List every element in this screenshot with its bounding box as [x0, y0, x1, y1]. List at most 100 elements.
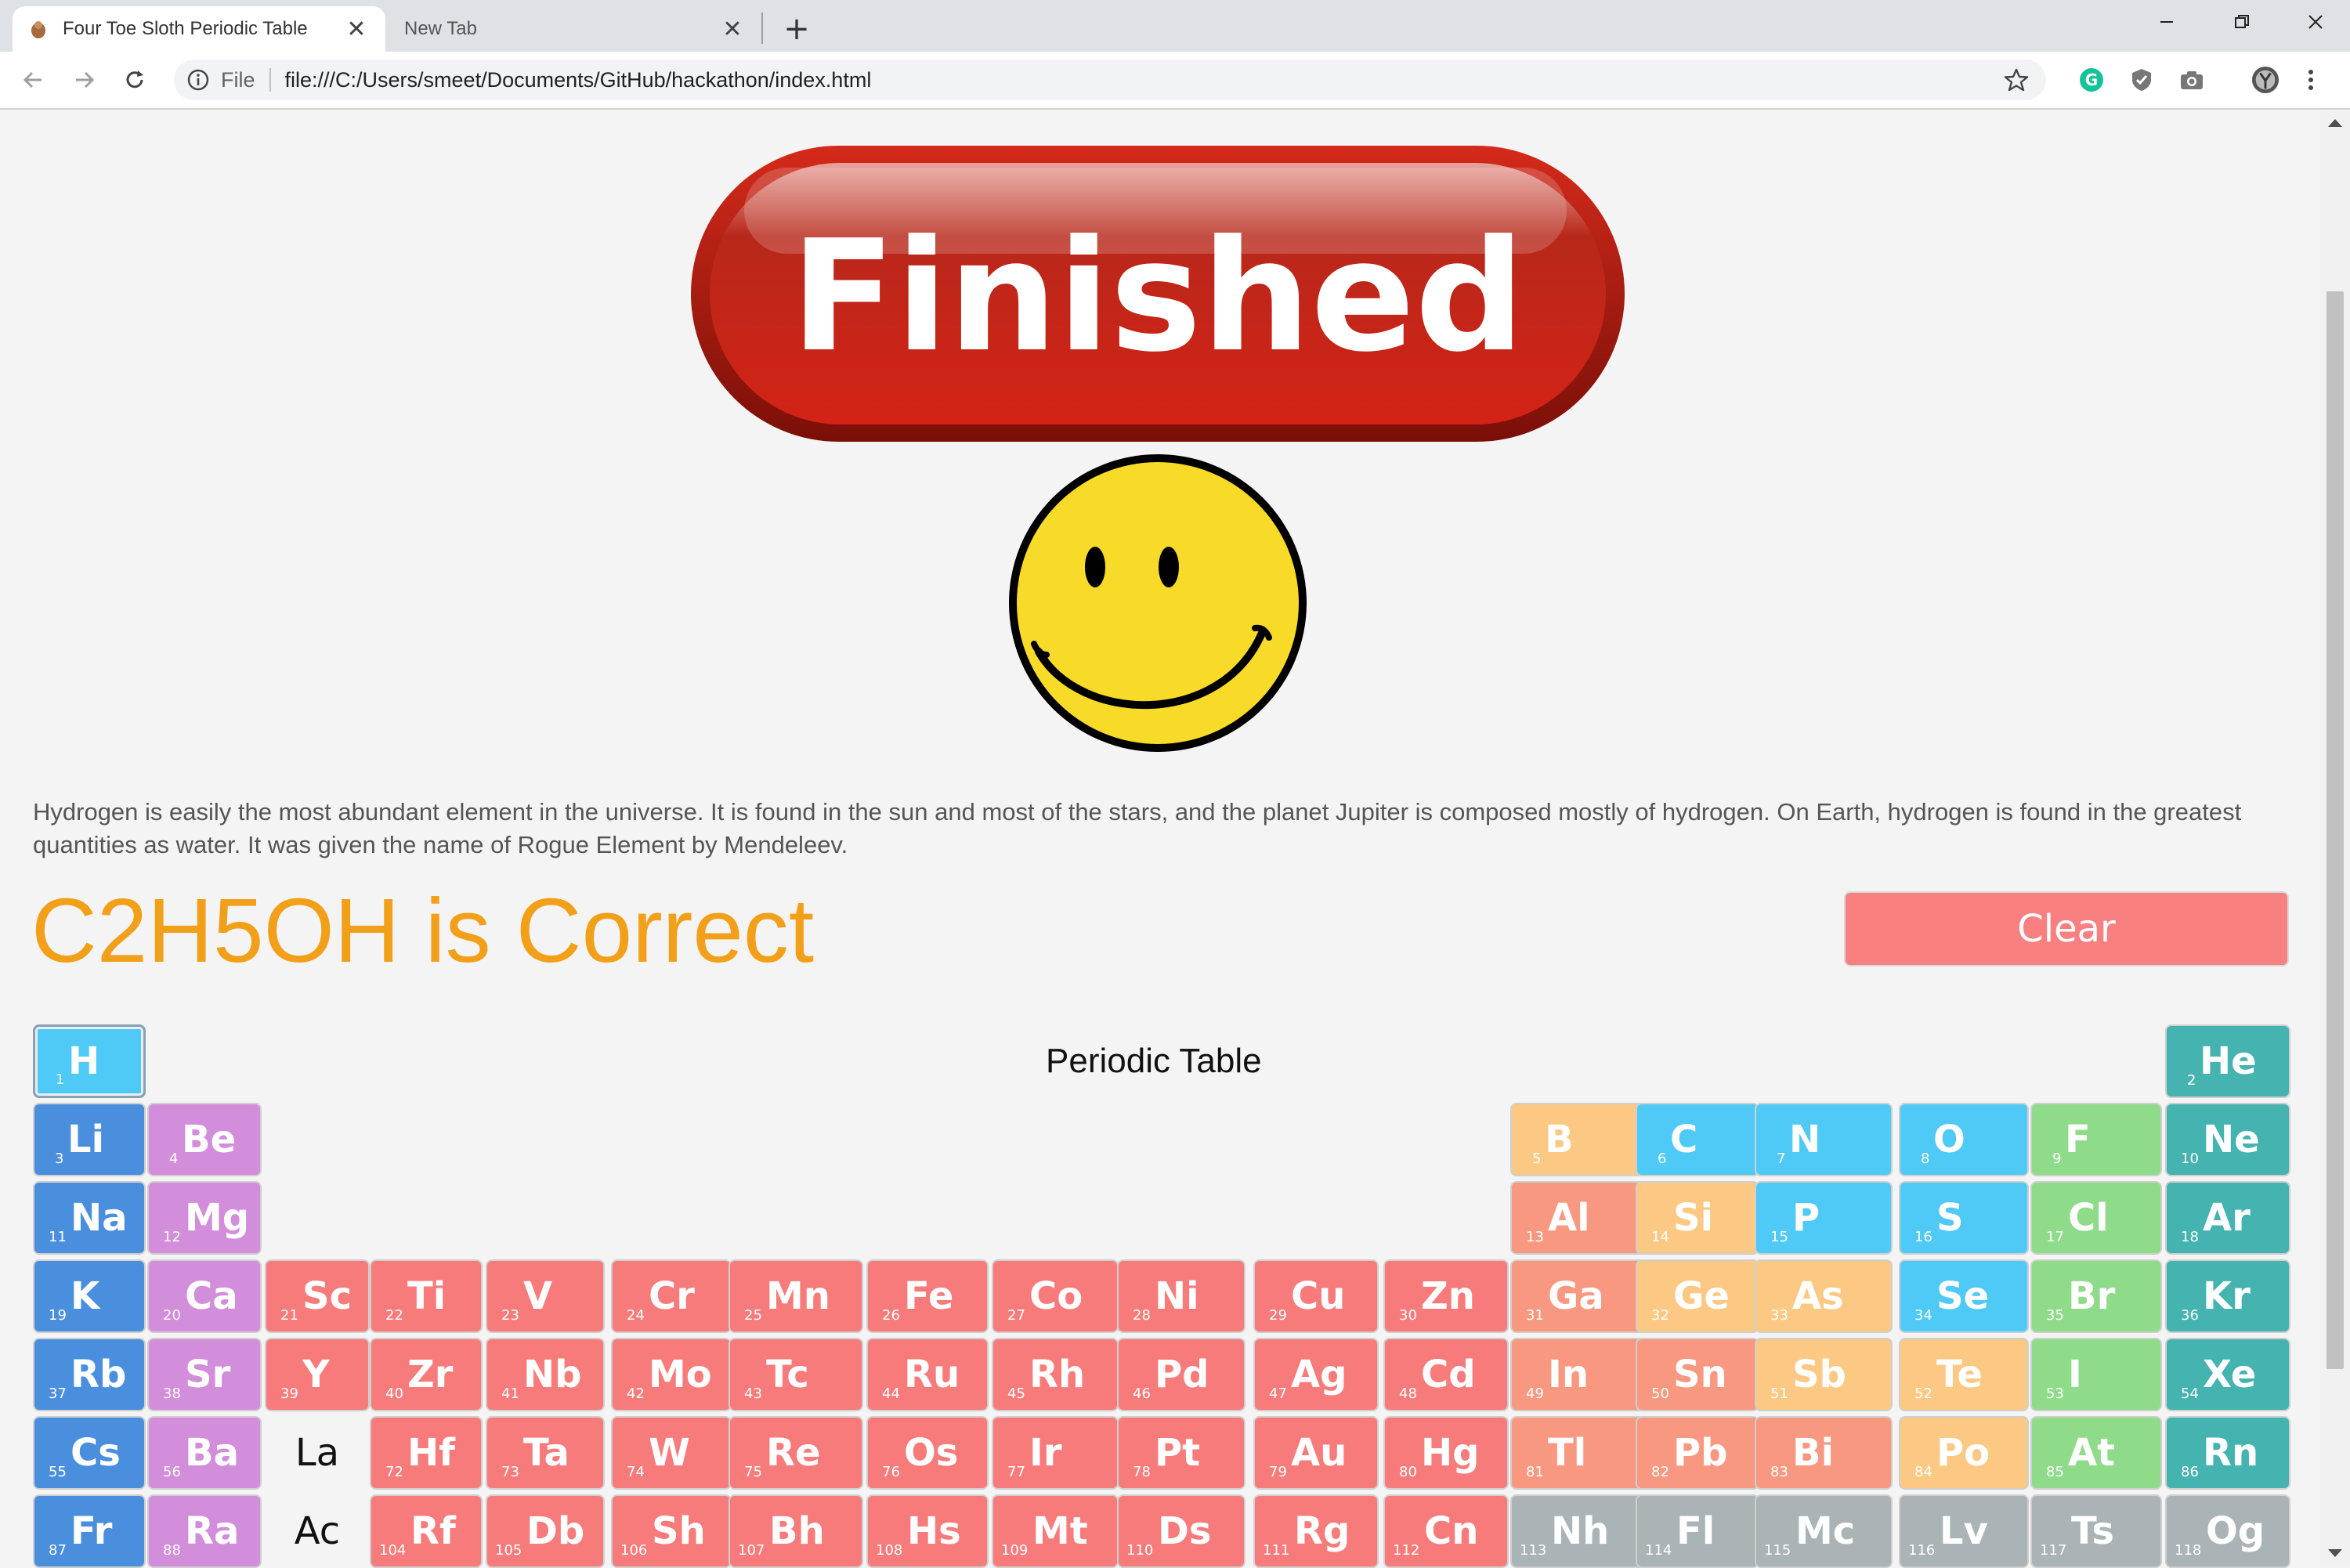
element-v[interactable]: 23 V [486, 1259, 605, 1333]
element-te[interactable]: 52 Te [1899, 1338, 2029, 1411]
element-ni[interactable]: 28 Ni [1117, 1259, 1246, 1333]
element-be[interactable]: 4 Be [147, 1103, 262, 1176]
element-bi[interactable]: 83 Bi [1755, 1416, 1893, 1490]
element-o[interactable]: 8O [1899, 1103, 2029, 1176]
element-zn[interactable]: 30 Zn [1383, 1259, 1509, 1333]
element-hg[interactable]: 80 Hg [1383, 1416, 1509, 1490]
element-rg[interactable]: 111 Rg [1253, 1494, 1379, 1568]
scroll-up-arrow[interactable] [2328, 119, 2342, 127]
element-cu[interactable]: 29 Cu [1253, 1259, 1379, 1333]
close-icon[interactable]: ✕ [719, 16, 746, 42]
element-s[interactable]: 16 S [1899, 1181, 2029, 1255]
element-al[interactable]: 13 Al [1510, 1181, 1645, 1255]
element-at[interactable]: 85 At [2030, 1416, 2162, 1490]
element-re[interactable]: 75 Re [728, 1416, 863, 1490]
menu-kebab-icon[interactable] [2303, 66, 2319, 94]
element-ti[interactable]: 22 Ti [370, 1259, 483, 1333]
element-fl[interactable]: 114 Fl [1636, 1494, 1759, 1568]
element-co[interactable]: 27 Co [992, 1259, 1119, 1333]
element-ru[interactable]: 44 Ru [866, 1338, 989, 1411]
element-cn[interactable]: 112 Cn [1383, 1494, 1509, 1568]
reload-icon[interactable] [118, 63, 152, 97]
element-cl[interactable]: 17 Cl [2030, 1181, 2162, 1255]
element-w[interactable]: 74 W [611, 1416, 732, 1490]
element-pb[interactable]: 82 Pb [1636, 1416, 1759, 1490]
element-lv[interactable]: 116 Lv [1899, 1494, 2029, 1568]
element-tc[interactable]: 43 Tc [728, 1338, 863, 1411]
shield-icon[interactable] [2128, 66, 2156, 94]
element-n[interactable]: 7N [1755, 1103, 1893, 1176]
element-sn[interactable]: 50 Sn [1636, 1338, 1759, 1411]
element-pt[interactable]: 78 Pt [1117, 1416, 1246, 1490]
element-na[interactable]: 11 Na [33, 1181, 146, 1255]
tab-new-tab[interactable]: New Tab ✕ [389, 6, 761, 52]
element-fr[interactable]: 87 Fr [33, 1494, 146, 1568]
element-sh[interactable]: 106 Sh [611, 1494, 732, 1568]
element-as[interactable]: 33 As [1755, 1259, 1893, 1333]
element-i[interactable]: 53 I [2030, 1338, 2162, 1411]
element-po[interactable]: 84 Po [1899, 1416, 2029, 1490]
minimize-icon[interactable] [2132, 0, 2201, 44]
window-close-icon[interactable] [2281, 0, 2350, 44]
element-cs[interactable]: 55 Cs [33, 1416, 146, 1490]
element-mo[interactable]: 42 Mo [611, 1338, 732, 1411]
element-p[interactable]: 15 P [1755, 1181, 1893, 1255]
new-tab-button[interactable]: + [777, 9, 816, 49]
element-b[interactable]: 5B [1510, 1103, 1645, 1176]
element-hf[interactable]: 72 Hf [370, 1416, 483, 1490]
element-hs[interactable]: 108 Hs [866, 1494, 989, 1568]
page-scrollbar[interactable] [2320, 110, 2350, 1566]
element-cr[interactable]: 24 Cr [611, 1259, 732, 1333]
element-kr[interactable]: 36 Kr [2165, 1259, 2290, 1333]
element-mt[interactable]: 109 Mt [992, 1494, 1119, 1568]
element-y[interactable]: 39 Y [265, 1338, 370, 1411]
scroll-down-arrow[interactable] [2328, 1549, 2342, 1557]
element-h[interactable]: 1H [33, 1024, 146, 1098]
element-rf[interactable]: 104 Rf [370, 1494, 483, 1568]
close-icon[interactable]: ✕ [343, 16, 370, 42]
element-rb[interactable]: 37 Rb [33, 1338, 146, 1411]
element-cd[interactable]: 48 Cd [1383, 1338, 1509, 1411]
element-ds[interactable]: 110 Ds [1117, 1494, 1246, 1568]
element-li[interactable]: 3 Li [33, 1103, 146, 1176]
element-k[interactable]: 19 K [33, 1259, 146, 1333]
element-ir[interactable]: 77 Ir [992, 1416, 1119, 1490]
element-sr[interactable]: 38 Sr [147, 1338, 262, 1411]
element-ne[interactable]: 10 Ne [2165, 1103, 2290, 1176]
element-fe[interactable]: 26 Fe [866, 1259, 989, 1333]
element-f[interactable]: 9F [2030, 1103, 2162, 1176]
profile-avatar[interactable] [2251, 66, 2280, 94]
element-ge[interactable]: 32 Ge [1636, 1259, 1759, 1333]
grammarly-icon[interactable]: G [2077, 66, 2106, 94]
element-si[interactable]: 14 Si [1636, 1181, 1759, 1255]
element-se[interactable]: 34 Se [1899, 1259, 2029, 1333]
element-c[interactable]: 6C [1636, 1103, 1759, 1176]
element-ga[interactable]: 31 Ga [1510, 1259, 1645, 1333]
element-ag[interactable]: 47 Ag [1253, 1338, 1379, 1411]
tab-four-toe-sloth[interactable]: Four Toe Sloth Periodic Table ✕ [13, 6, 385, 52]
element-sc[interactable]: 21 Sc [265, 1259, 370, 1333]
element-og[interactable]: 118 Og [2165, 1494, 2290, 1568]
element-ba[interactable]: 56 Ba [147, 1416, 262, 1490]
scrollbar-thumb[interactable] [2326, 291, 2344, 1369]
element-in[interactable]: 49 In [1510, 1338, 1645, 1411]
element-ts[interactable]: 117 Ts [2030, 1494, 2162, 1568]
element-bh[interactable]: 107 Bh [728, 1494, 863, 1568]
forward-icon[interactable] [67, 63, 102, 97]
element-mg[interactable]: 12 Mg [147, 1181, 262, 1255]
element-zr[interactable]: 40 Zr [370, 1338, 483, 1411]
element-ca[interactable]: 20 Ca [147, 1259, 262, 1333]
element-rh[interactable]: 45 Rh [992, 1338, 1119, 1411]
element-db[interactable]: 105 Db [486, 1494, 605, 1568]
element-au[interactable]: 79 Au [1253, 1416, 1379, 1490]
back-icon[interactable] [16, 63, 50, 97]
element-tl[interactable]: 81 Tl [1510, 1416, 1645, 1490]
element-br[interactable]: 35 Br [2030, 1259, 2162, 1333]
element-os[interactable]: 76 Os [866, 1416, 989, 1490]
element-nh[interactable]: 113 Nh [1510, 1494, 1645, 1568]
element-ar[interactable]: 18 Ar [2165, 1181, 2290, 1255]
camera-icon[interactable] [2178, 66, 2206, 94]
element-he[interactable]: 2 He [2165, 1024, 2290, 1098]
element-rn[interactable]: 86 Rn [2165, 1416, 2290, 1490]
element-mn[interactable]: 25 Mn [728, 1259, 863, 1333]
